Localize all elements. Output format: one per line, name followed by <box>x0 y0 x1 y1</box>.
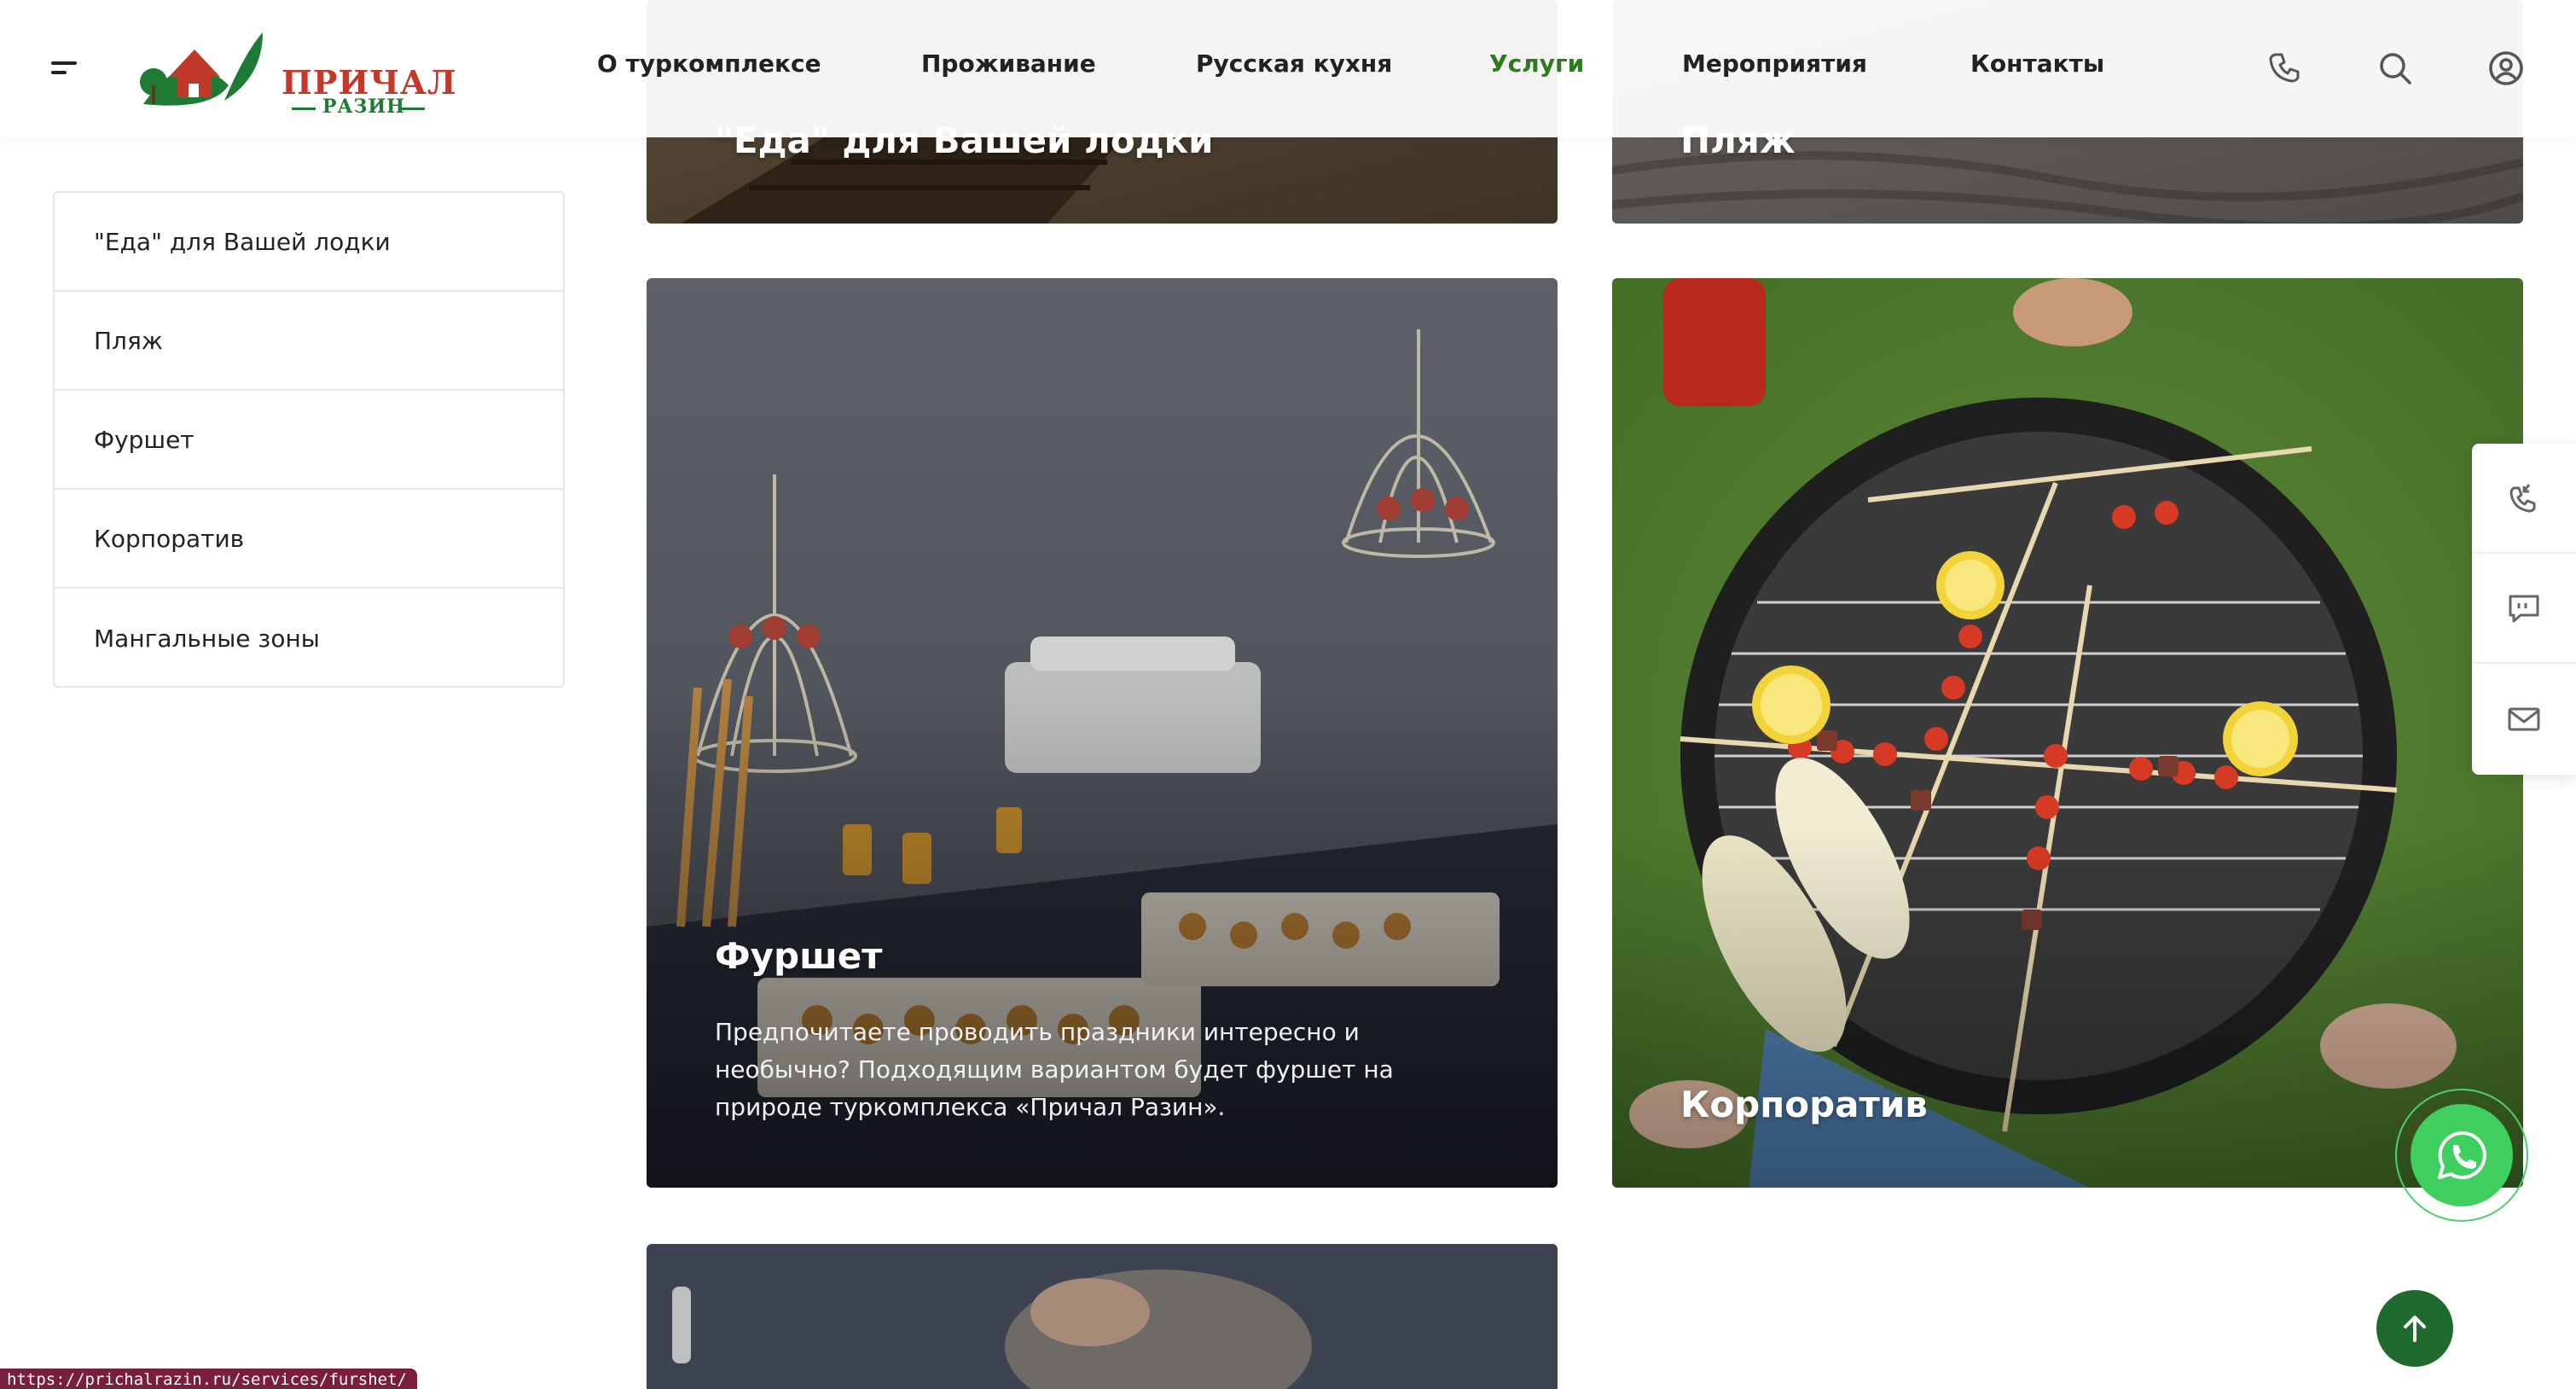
card-furshet[interactable]: Фуршет Предпочитаете проводить праздники… <box>647 278 1558 1188</box>
chat-icon <box>2509 595 2539 622</box>
nav-item-services[interactable]: Услуги <box>1489 49 1584 78</box>
logo-divider-left <box>292 108 316 110</box>
card-corporate-image <box>1612 278 2523 1188</box>
sidebar-item-corporate[interactable]: Корпоратив <box>55 490 563 589</box>
arrow-up-icon <box>2404 1316 2426 1342</box>
sidebar-item-furshet[interactable]: Фуршет <box>55 391 563 490</box>
card-furshet-title: Фуршет <box>715 935 883 977</box>
logo-emblem-icon <box>140 32 263 106</box>
whatsapp-button[interactable] <box>2411 1104 2513 1206</box>
chat-button[interactable] <box>2472 554 2576 664</box>
scroll-up-button[interactable] <box>2376 1290 2453 1367</box>
callback-icon <box>2509 483 2536 512</box>
floating-contact-panel <box>2472 444 2576 775</box>
callback-button[interactable] <box>2472 444 2576 554</box>
search-icon[interactable] <box>2376 49 2414 87</box>
card-corporate[interactable]: Корпоратив <box>1612 278 2523 1188</box>
menu-burger-icon[interactable] <box>51 60 82 77</box>
nav-item-cuisine[interactable]: Русская кухня <box>1196 49 1392 78</box>
mail-icon <box>2508 707 2540 730</box>
nav-item-about[interactable]: О туркомплексе <box>597 49 821 78</box>
status-bar-url: https://prichalrazin.ru/services/furshet… <box>0 1369 417 1389</box>
sidebar-item-beach[interactable]: Пляж <box>55 292 563 391</box>
logo-text-line2: РАЗИН <box>322 96 405 118</box>
card-corporate-title: Корпоратив <box>1680 1084 1928 1125</box>
site-logo[interactable]: ПРИЧАЛ РАЗИН <box>135 26 456 118</box>
nav-item-events[interactable]: Мероприятия <box>1682 49 1867 78</box>
phone-icon[interactable] <box>2266 49 2303 87</box>
services-sidebar: "Еда" для Вашей лодки Пляж Фуршет Корпор… <box>53 191 565 688</box>
mail-button[interactable] <box>2472 664 2576 774</box>
page: "Еда" для Вашей лодки Пляж Фуршет Предпо… <box>0 0 2576 1389</box>
card-bbq-zones-image <box>647 1244 1558 1389</box>
card-bbq-zones[interactable] <box>647 1244 1558 1389</box>
site-header: ПРИЧАЛ РАЗИН О туркомплексе Проживание Р… <box>0 0 2576 137</box>
logo-divider-right <box>401 108 425 110</box>
sidebar-item-bbq-zones[interactable]: Мангальные зоны <box>55 589 563 688</box>
whatsapp-icon <box>2438 1130 2486 1179</box>
nav-item-accommodation[interactable]: Проживание <box>921 49 1096 78</box>
card-furshet-description: Предпочитаете проводить праздники интере… <box>715 1018 1394 1121</box>
user-icon[interactable] <box>2487 49 2525 87</box>
nav-item-contacts[interactable]: Контакты <box>1970 49 2104 78</box>
sidebar-item-boat-food[interactable]: "Еда" для Вашей лодки <box>55 193 563 292</box>
